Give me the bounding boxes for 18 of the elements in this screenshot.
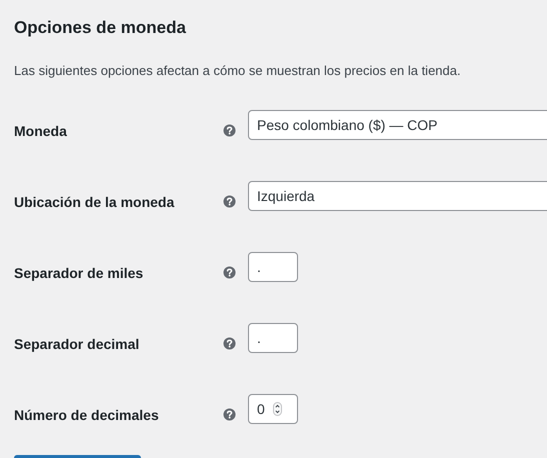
field-label: Número de decimales (14, 406, 160, 422)
select-field[interactable]: Peso colombiano ($) — COP (248, 110, 547, 140)
input-field[interactable]: . (248, 252, 298, 282)
section-title: Opciones de moneda (14, 18, 187, 38)
help-icon[interactable] (223, 337, 236, 350)
spinner-icon[interactable] (272, 402, 282, 416)
help-icon[interactable] (223, 266, 236, 279)
help-icon[interactable] (223, 124, 236, 137)
help-icon[interactable] (223, 195, 236, 208)
section-description: Las siguientes opciones afectan a cómo se muestran los precios en la tienda. (14, 63, 462, 79)
field-label: Separador decimal (14, 334, 140, 352)
help-icon[interactable] (223, 408, 236, 421)
field-label: Moneda (14, 122, 68, 138)
field-label: Separador de miles (14, 264, 144, 280)
field-label: Ubicación de la moneda (14, 192, 176, 210)
input-field[interactable]: . (248, 322, 298, 352)
select-field[interactable]: Izquierda (248, 180, 547, 210)
number-field[interactable]: 0 (248, 394, 298, 424)
